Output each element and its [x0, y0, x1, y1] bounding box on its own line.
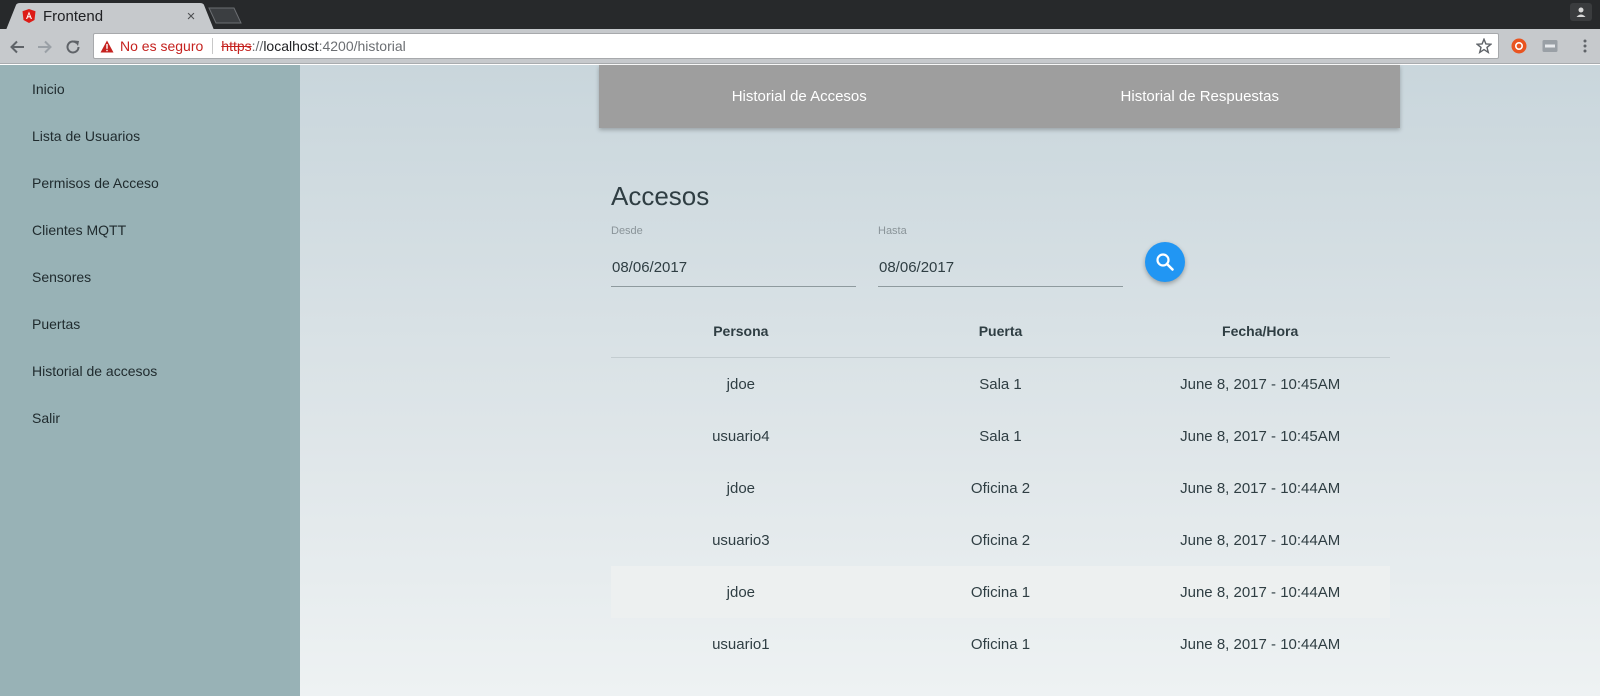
cell-fecha-hora: June 8, 2017 - 10:44AM — [1180, 583, 1341, 601]
cell-puerta: Sala 1 — [979, 375, 1022, 393]
browser-tab[interactable]: Frontend × — [22, 3, 198, 29]
address-bar[interactable]: No es seguro https://localhost:4200/hist… — [93, 33, 1499, 59]
url-protocol: https — [221, 38, 252, 54]
cell-persona: usuario3 — [712, 531, 770, 549]
cell-persona: jdoe — [726, 479, 756, 497]
url-text[interactable]: https://localhost:4200/historial — [221, 38, 405, 54]
main-panel: Historial de Accesos Historial de Respue… — [300, 65, 1600, 696]
tab-historial-respuestas[interactable]: Historial de Respuestas — [1000, 65, 1401, 128]
cell-fecha-hora: June 8, 2017 - 10:45AM — [1180, 375, 1341, 393]
cell-puerta: Oficina 2 — [970, 479, 1031, 497]
cell-fecha-hora: June 8, 2017 - 10:44AM — [1180, 531, 1341, 549]
from-date-label: Desde — [611, 225, 643, 237]
column-header-persona: Persona — [713, 323, 769, 339]
person-icon — [1576, 7, 1586, 17]
access-table: Persona Puerta Fecha/Hora jdoe Sala 1 Ju… — [611, 305, 1390, 670]
forward-arrow-icon[interactable] — [36, 38, 54, 56]
star-icon[interactable] — [1476, 38, 1492, 54]
column-header-puerta: Puerta — [978, 323, 1023, 339]
cell-puerta: Sala 1 — [979, 427, 1022, 445]
warning-icon — [100, 40, 114, 52]
cell-persona: jdoe — [726, 375, 756, 393]
cell-puerta: Oficina 1 — [970, 583, 1031, 601]
sidebar-item-puertas[interactable]: Puertas — [32, 314, 80, 334]
url-path: :4200/historial — [318, 38, 406, 54]
cell-fecha-hora: June 8, 2017 - 10:44AM — [1180, 479, 1341, 497]
page-content: Inicio Lista de Usuarios Permisos de Acc… — [0, 65, 1600, 696]
url-separator: :// — [251, 38, 264, 54]
page-title: Accesos — [611, 181, 710, 211]
sidebar-item-salir[interactable]: Salir — [32, 408, 60, 428]
cell-persona: usuario1 — [712, 635, 770, 653]
sidebar-item-inicio[interactable]: Inicio — [32, 79, 65, 99]
sidebar-item-lista-usuarios[interactable]: Lista de Usuarios — [32, 126, 140, 146]
table-row[interactable]: usuario3 Oficina 2 June 8, 2017 - 10:44A… — [611, 514, 1390, 566]
tab-title: Frontend — [43, 7, 104, 25]
angular-icon — [22, 9, 36, 23]
to-date-input[interactable] — [878, 249, 1123, 287]
table-row-hovered[interactable]: jdoe Oficina 1 June 8, 2017 - 10:44AM — [611, 566, 1390, 618]
table-row[interactable]: usuario4 Sala 1 June 8, 2017 - 10:45AM — [611, 410, 1390, 462]
cell-fecha-hora: June 8, 2017 - 10:44AM — [1180, 635, 1341, 653]
table-row[interactable]: jdoe Oficina 2 June 8, 2017 - 10:44AM — [611, 462, 1390, 514]
browser-toolbar: No es seguro https://localhost:4200/hist… — [0, 29, 1600, 64]
sidebar-item-sensores[interactable]: Sensores — [32, 267, 91, 287]
cell-persona: usuario4 — [712, 427, 770, 445]
omnibox-divider — [212, 38, 214, 54]
sidebar-item-clientes-mqtt[interactable]: Clientes MQTT — [32, 220, 126, 240]
cell-puerta: Oficina 2 — [970, 531, 1031, 549]
table-row[interactable]: jdoe Sala 1 June 8, 2017 - 10:45AM — [611, 358, 1390, 410]
search-icon — [1156, 253, 1174, 271]
from-date-input[interactable] — [611, 249, 856, 287]
history-tabs: Historial de Accesos Historial de Respue… — [599, 65, 1400, 128]
reload-icon[interactable] — [64, 38, 82, 56]
table-row[interactable]: usuario1 Oficina 1 June 8, 2017 - 10:44A… — [611, 618, 1390, 670]
profile-button[interactable] — [1570, 3, 1592, 21]
back-arrow-icon[interactable] — [8, 38, 26, 56]
new-tab-button[interactable] — [208, 7, 242, 24]
column-header-fecha-hora: Fecha/Hora — [1222, 323, 1299, 339]
tab-close-icon[interactable]: × — [184, 8, 198, 25]
sidebar-item-historial-accesos[interactable]: Historial de accesos — [32, 361, 157, 381]
security-status[interactable]: No es seguro — [120, 38, 203, 54]
extension-ubuntu-icon[interactable] — [1511, 38, 1527, 54]
table-header: Persona Puerta Fecha/Hora — [611, 305, 1390, 358]
sidebar-item-permisos-acceso[interactable]: Permisos de Acceso — [32, 173, 159, 193]
search-button[interactable] — [1145, 242, 1185, 282]
browser-tab-strip: Frontend × — [0, 0, 1600, 30]
extension-vnc-icon[interactable] — [1542, 38, 1558, 54]
sidebar-nav: Inicio Lista de Usuarios Permisos de Acc… — [0, 65, 300, 696]
tab-historial-accesos[interactable]: Historial de Accesos — [599, 65, 1000, 128]
cell-persona: jdoe — [726, 583, 756, 601]
cell-fecha-hora: June 8, 2017 - 10:45AM — [1180, 427, 1341, 445]
to-date-label: Hasta — [878, 225, 907, 237]
cell-puerta: Oficina 1 — [970, 635, 1031, 653]
url-host: localhost — [263, 38, 319, 54]
browser-menu-icon[interactable] — [1577, 38, 1593, 54]
